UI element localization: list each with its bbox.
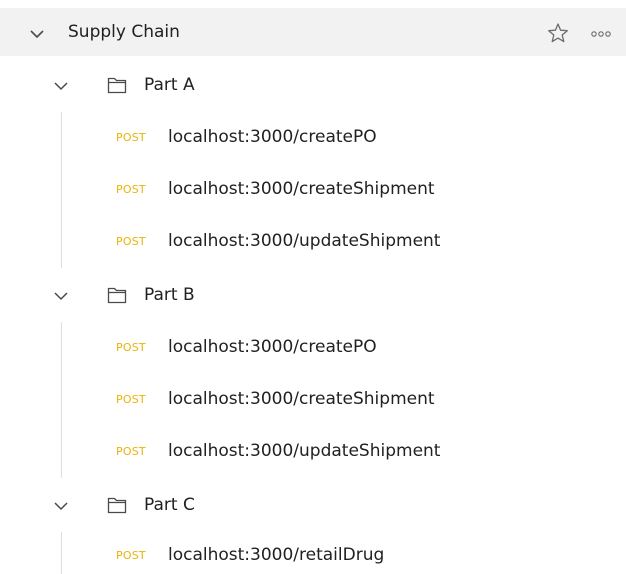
chevron-down-icon[interactable] bbox=[51, 496, 71, 516]
star-icon[interactable] bbox=[547, 22, 569, 44]
request-item[interactable]: POST localhost:3000/updateShipment bbox=[0, 216, 626, 268]
method-badge: POST bbox=[116, 549, 146, 562]
folder-icon bbox=[107, 496, 127, 514]
folder-icon bbox=[107, 286, 127, 304]
method-badge: POST bbox=[116, 235, 146, 248]
collection-header[interactable]: Supply Chain bbox=[0, 8, 626, 56]
request-url: localhost:3000/createShipment bbox=[168, 389, 435, 409]
chevron-down-icon[interactable] bbox=[51, 76, 71, 96]
request-item[interactable]: POST localhost:3000/createShipment bbox=[0, 374, 626, 426]
folder-part-b[interactable]: Part B bbox=[0, 270, 626, 322]
method-badge: POST bbox=[116, 393, 146, 406]
folder-part-a[interactable]: Part A bbox=[0, 60, 626, 112]
method-badge: POST bbox=[116, 131, 146, 144]
method-badge: POST bbox=[116, 341, 146, 354]
request-url: localhost:3000/createPO bbox=[168, 127, 377, 147]
method-badge: POST bbox=[116, 183, 146, 196]
folder-part-c[interactable]: Part C bbox=[0, 480, 626, 532]
folder-label: Part B bbox=[144, 285, 195, 305]
request-item[interactable]: POST localhost:3000/updateShipment bbox=[0, 426, 626, 478]
request-item[interactable]: POST localhost:3000/retailDrug bbox=[0, 530, 626, 574]
request-url: localhost:3000/retailDrug bbox=[168, 545, 385, 565]
collection-title: Supply Chain bbox=[68, 22, 180, 42]
request-item[interactable]: POST localhost:3000/createPO bbox=[0, 112, 626, 164]
chevron-down-icon[interactable] bbox=[26, 23, 48, 45]
request-url: localhost:3000/updateShipment bbox=[168, 441, 441, 461]
chevron-down-icon[interactable] bbox=[51, 286, 71, 306]
folder-icon bbox=[107, 76, 127, 94]
request-item[interactable]: POST localhost:3000/createShipment bbox=[0, 164, 626, 216]
more-options-icon[interactable] bbox=[590, 26, 612, 40]
request-url: localhost:3000/createShipment bbox=[168, 179, 435, 199]
method-badge: POST bbox=[116, 445, 146, 458]
request-url: localhost:3000/createPO bbox=[168, 337, 377, 357]
request-item[interactable]: POST localhost:3000/createPO bbox=[0, 322, 626, 374]
collection-tree: Supply Chain Part A POST localhost:3000/… bbox=[0, 0, 626, 574]
folder-label: Part C bbox=[144, 495, 195, 515]
folder-label: Part A bbox=[144, 75, 195, 95]
request-url: localhost:3000/updateShipment bbox=[168, 231, 441, 251]
